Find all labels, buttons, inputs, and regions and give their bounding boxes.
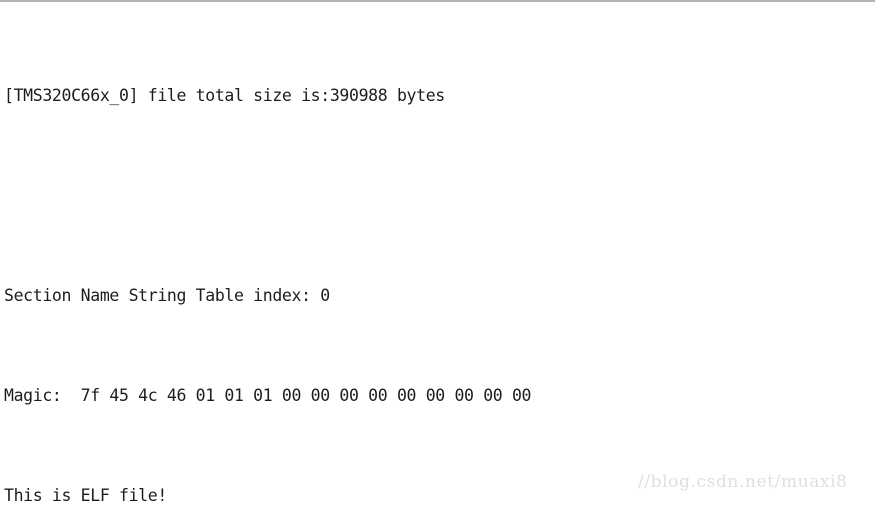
- console-output-text: [TMS320C66x_0] file total size is:390988…: [4, 8, 875, 505]
- file-size-line: [TMS320C66x_0] file total size is:390988…: [4, 86, 445, 105]
- blank-line-1: [4, 183, 875, 208]
- console-window: [TMS320C66x_0] file total size is:390988…: [0, 0, 875, 505]
- magic-bytes-line: Magic: 7f 45 4c 46 01 01 01 00 00 00 00 …: [4, 386, 532, 405]
- section-name-string-table-index-line: Section Name String Table index: 0: [4, 286, 330, 305]
- watermark-text: //blog.csdn.net/muaxi8: [638, 472, 848, 492]
